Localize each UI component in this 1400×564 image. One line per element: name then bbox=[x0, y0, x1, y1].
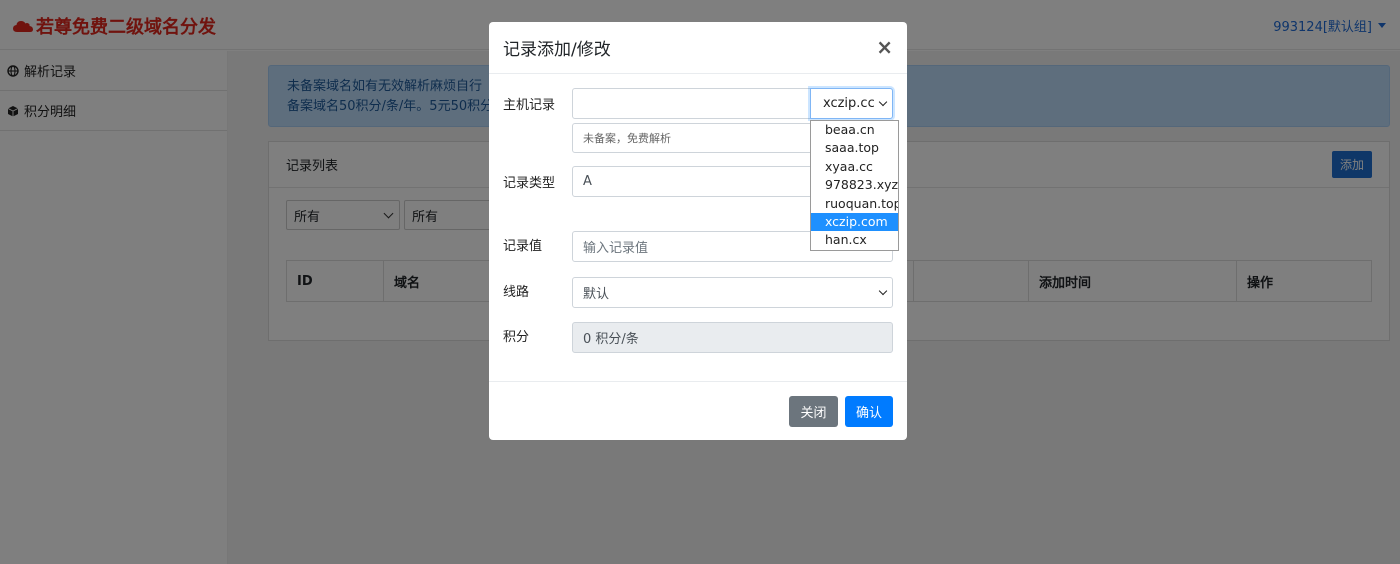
record-value-placeholder: 输入记录值 bbox=[583, 241, 649, 256]
points-label: 积分 bbox=[503, 330, 530, 345]
host-hint-text: 未备案，免费解析 bbox=[583, 132, 671, 145]
domain-option[interactable]: beaa.cn bbox=[811, 121, 898, 139]
type-label: 记录类型 bbox=[503, 176, 556, 191]
record-type-value: A bbox=[583, 174, 592, 189]
line-select[interactable]: 默认 bbox=[572, 277, 893, 308]
domain-option[interactable]: saaa.top bbox=[811, 139, 898, 157]
confirm-button[interactable]: 确认 bbox=[845, 396, 893, 427]
close-button[interactable]: 关闭 bbox=[789, 396, 838, 427]
domain-option-highlighted[interactable]: xczip.com bbox=[811, 212, 898, 232]
modal-title: 记录添加/修改 bbox=[503, 40, 611, 60]
domain-dropdown-list: beaa.cn saaa.top xyaa.cc 978823.xyz ruoq… bbox=[810, 120, 899, 251]
close-icon[interactable]: × bbox=[876, 37, 893, 57]
value-label: 记录值 bbox=[503, 239, 543, 254]
chevron-down-icon bbox=[878, 286, 888, 296]
domain-select[interactable]: xczip.cc bbox=[810, 88, 893, 119]
points-value: 0 积分/条 bbox=[583, 332, 639, 347]
chevron-down-icon bbox=[878, 97, 888, 107]
modal-header: 记录添加/修改 bbox=[489, 22, 907, 74]
domain-option[interactable]: ruoquan.top bbox=[811, 195, 898, 213]
host-label: 主机记录 bbox=[503, 98, 556, 113]
host-record-input[interactable] bbox=[572, 88, 811, 119]
domain-option[interactable]: xyaa.cc bbox=[811, 158, 898, 176]
domain-option[interactable]: han.cx bbox=[811, 231, 898, 249]
domain-option[interactable]: 978823.xyz bbox=[811, 176, 898, 194]
line-value: 默认 bbox=[583, 287, 610, 302]
modal-footer: 关闭 确认 bbox=[489, 381, 907, 440]
points-field: 0 积分/条 bbox=[572, 322, 893, 353]
line-label: 线路 bbox=[503, 285, 530, 300]
domain-selected-value: xczip.cc bbox=[823, 96, 875, 111]
record-modal: 记录添加/修改 × 主机记录 xczip.cc 未备案，免费解析 记录类型 A … bbox=[489, 22, 907, 440]
